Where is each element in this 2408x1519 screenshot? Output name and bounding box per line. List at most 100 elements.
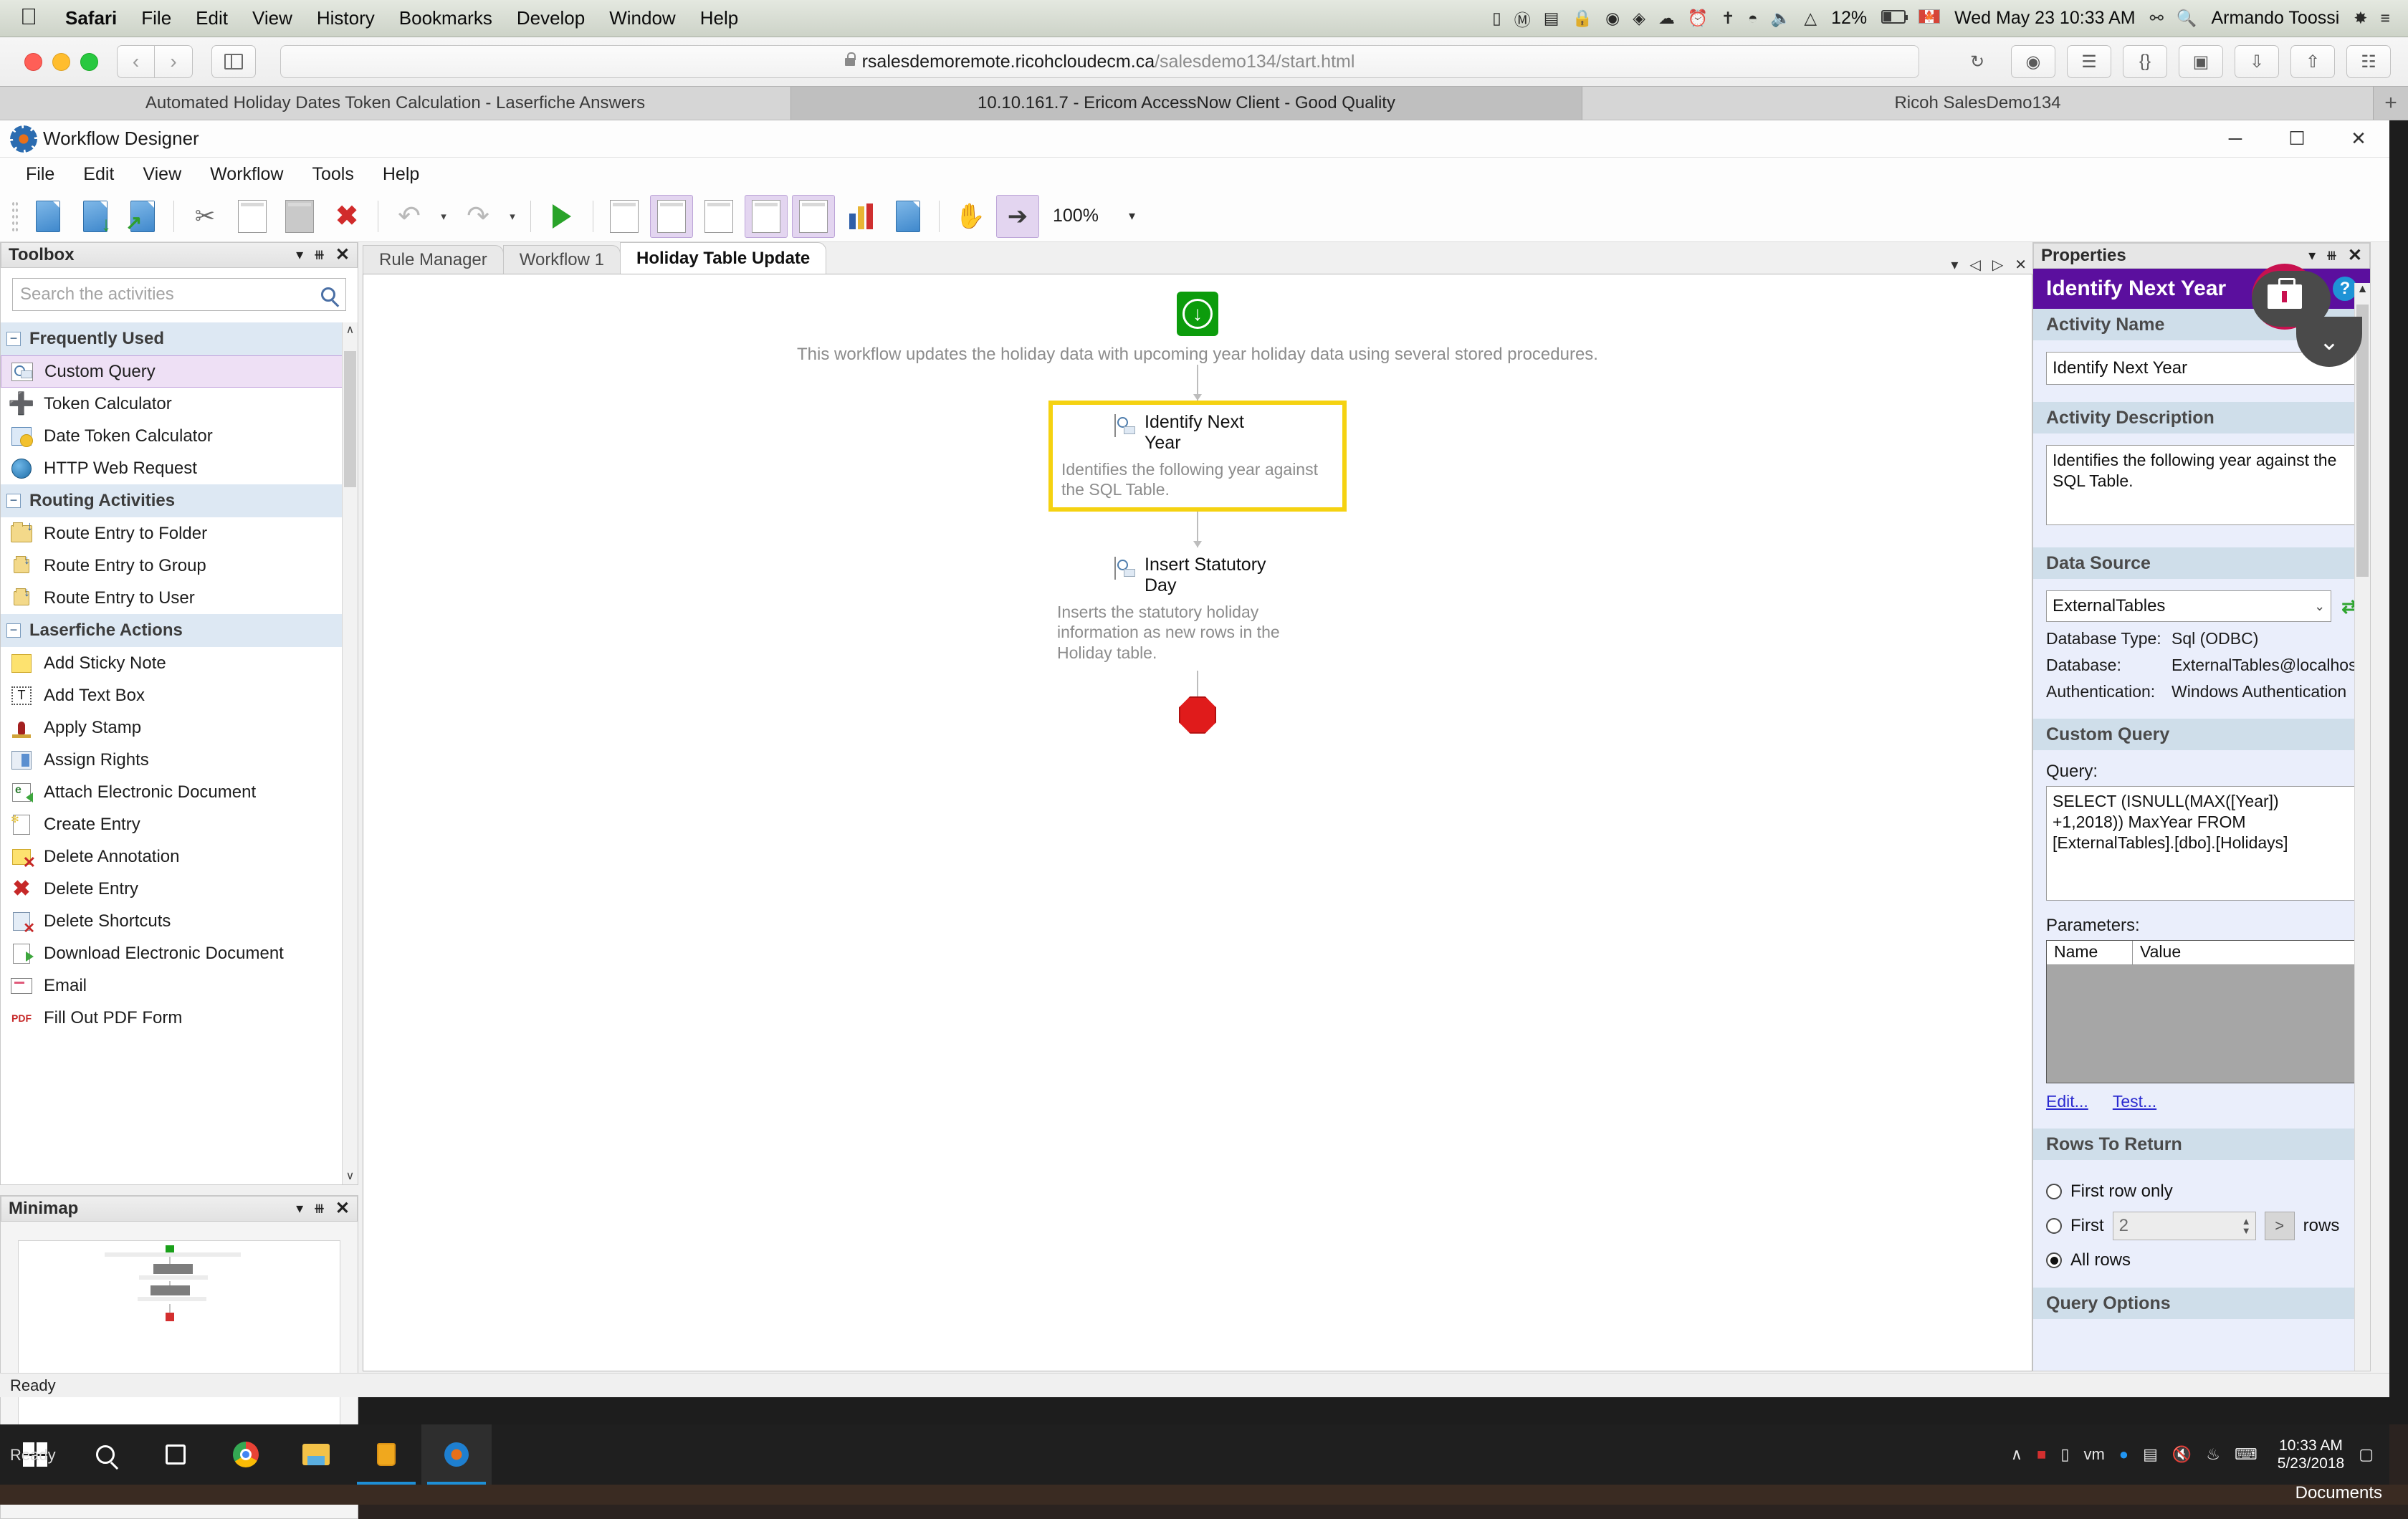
undo-icon[interactable]: ↶ [388,195,431,238]
toolbox-group-laserfiche-actions[interactable]: − Laserfiche Actions [1,614,358,647]
toolbox-item-fill-out-pdf-form[interactable]: PDF Fill Out PDF Form [1,1002,358,1034]
tab-workflow-1[interactable]: Workflow 1 [503,245,621,274]
m-icon[interactable]: Ⓜ [1508,6,1537,31]
toolbox-item-email[interactable]: Email [1,969,358,1002]
notification-center-icon[interactable]: ≡ [2374,9,2397,28]
errors-icon[interactable] [697,195,740,238]
expander-icon[interactable]: − [6,494,21,508]
test-query-link[interactable]: Test... [2113,1092,2156,1111]
ericom-expand-button[interactable]: ⌄ [2296,317,2362,367]
properties-close-icon[interactable]: ✕ [2348,247,2362,264]
scroll-up-icon[interactable]: ∧ [343,322,358,338]
clock-label[interactable]: Wed May 23 10:33 AM [1946,8,2143,29]
tab-close-icon[interactable]: ✕ [2015,256,2027,274]
toolbox-icon[interactable] [745,195,788,238]
toolbox-scrollbar[interactable]: ∧ ∨ [342,322,358,1184]
address-bar[interactable]: rsalesdemoremote.ricohcloudecm.ca /sales… [280,45,1919,78]
reports-icon[interactable] [839,195,882,238]
menu-item-safari[interactable]: Safari [53,7,129,29]
toolbox-item-token-calculator[interactable]: ➕ Token Calculator [1,388,358,420]
wf-menu-help[interactable]: Help [368,164,434,185]
wf-menu-view[interactable]: View [128,164,196,185]
toolbox-item-http-web-request[interactable]: HTTP Web Request [1,452,358,484]
properties-menu-icon[interactable]: ▾ [2308,249,2316,263]
menu-item-view[interactable]: View [240,7,305,29]
download-icon[interactable]: ⇩ [2235,45,2279,78]
volume-icon[interactable]: 🔈 [1764,9,1798,28]
search-icon[interactable] [321,287,335,302]
select-tool-icon[interactable]: ➔ [996,195,1039,238]
display-icon[interactable]: ▯ [1486,9,1508,28]
copy-icon[interactable] [231,195,274,238]
taskbar-clock[interactable]: 10:33 AM 5/23/2018 [2272,1437,2344,1472]
cut-icon[interactable]: ✂ [183,195,226,238]
toolbox-item-custom-query[interactable]: Custom Query [1,355,358,388]
colorsync-icon[interactable]: ◉ [1599,9,1626,28]
cloud-icon[interactable]: ☁ [1652,9,1681,28]
inspector-icon[interactable]: {} [2123,45,2167,78]
toolbox-item-add-sticky-note[interactable]: Add Sticky Note [1,647,358,679]
publish-workflow-icon[interactable]: ↗ [121,195,164,238]
first-rows-stepper[interactable]: 2 ▲▼ [2113,1212,2256,1240]
toolbox-group-frequently-used[interactable]: − Frequently Used [1,322,358,355]
stepper-arrows-icon[interactable]: ▲▼ [2242,1217,2255,1235]
toolbox-close-icon[interactable]: ✕ [335,246,350,264]
chrome-button[interactable] [211,1424,281,1485]
zoom-dropdown-caret-icon[interactable]: ▾ [1129,209,1135,224]
run-icon[interactable] [540,195,583,238]
starter-rules-icon[interactable] [603,195,646,238]
display-icon[interactable]: ▤ [2143,1445,2158,1464]
menu-item-bookmarks[interactable]: Bookmarks [387,7,505,29]
menu-item-edit[interactable]: Edit [183,7,240,29]
toolbox-activity-list[interactable]: − Frequently Used Custom Query ➕ Token C… [1,322,358,1184]
toolbox-item-delete-annotation[interactable]: Delete Annotation [1,840,358,873]
toolbox-item-route-entry-to-user[interactable]: ↓ Route Entry to User [1,582,358,614]
safari-tab-salesdemo[interactable]: Ricoh SalesDemo134 [1582,87,2374,120]
battery-icon[interactable] [1875,9,1912,28]
close-window-button[interactable] [24,53,42,71]
open-workflow-icon[interactable]: ↓ [74,195,117,238]
undo-dropdown-icon[interactable]: ▾ [435,195,452,238]
minimize-window-button[interactable] [52,53,70,71]
toolbox-item-download-electronic-document[interactable]: Download Electronic Document [1,937,358,969]
reload-icon[interactable]: ↻ [1955,45,2000,78]
airplay-icon[interactable]: △ [1797,9,1823,28]
pan-tool-icon[interactable]: ✋ [949,195,992,238]
properties-pin-icon[interactable]: ⧻ [2326,249,2338,263]
sidebar-toggle-button[interactable] [211,45,256,78]
task-view-button[interactable] [140,1424,211,1485]
siri-icon[interactable]: ⚯ [2144,9,2170,28]
share-icon[interactable]: ⇧ [2290,45,2335,78]
menu-item-history[interactable]: History [305,7,387,29]
new-workflow-icon[interactable] [27,195,70,238]
wf-menu-tools[interactable]: Tools [297,164,368,185]
timemachine-icon[interactable]: ⏰ [1681,9,1715,28]
usb-eject-icon[interactable]: ▯ [2060,1445,2069,1464]
menu-item-develop[interactable]: Develop [505,7,597,29]
ink-icon[interactable]: ● [2119,1445,2128,1464]
notification-icon[interactable]: ▢ [2359,1445,2374,1464]
workflow-designer-button[interactable] [421,1424,492,1485]
toolbox-item-create-entry[interactable]: Create Entry [1,808,358,840]
activity-node-identify-next-year[interactable]: Identify Next Year Identifies the follow… [1048,401,1347,512]
activity-description-textarea[interactable]: Identifies the following year against th… [2046,445,2357,525]
flag-icon[interactable]: 🍁 [1912,9,1946,28]
delete-icon[interactable]: ✖ [325,195,368,238]
toolbox-item-add-text-box[interactable]: T Add Text Box [1,679,358,711]
workflow-start-node[interactable]: ↓ [1177,292,1218,336]
activity-node-insert-statutory-day[interactable]: Insert Statutory Day Inserts the statuto… [1048,547,1347,671]
toolbox-item-route-entry-to-folder[interactable]: ↓ Route Entry to Folder [1,517,358,550]
parameters-table[interactable]: Name Value [2046,940,2357,1083]
tasks-icon[interactable] [792,195,835,238]
search-button[interactable] [70,1424,140,1485]
laserfiche-admin-button[interactable] [351,1424,421,1485]
toolbox-item-attach-electronic-document[interactable]: Attach Electronic Document [1,776,358,808]
query-textarea[interactable]: SELECT (ISNULL(MAX([Year]) +1,2018)) Max… [2046,786,2357,901]
expander-icon[interactable]: − [6,623,21,638]
radio-row-all-rows[interactable]: All rows [2046,1250,2357,1270]
menu-item-help[interactable]: Help [688,7,750,29]
zoom-window-button[interactable] [80,53,98,71]
safari-extension-icon[interactable]: ◉ [2011,45,2055,78]
tab-prev-icon[interactable]: ◁ [1969,256,1980,274]
dropbox-icon[interactable]: ◈ [1626,9,1652,28]
